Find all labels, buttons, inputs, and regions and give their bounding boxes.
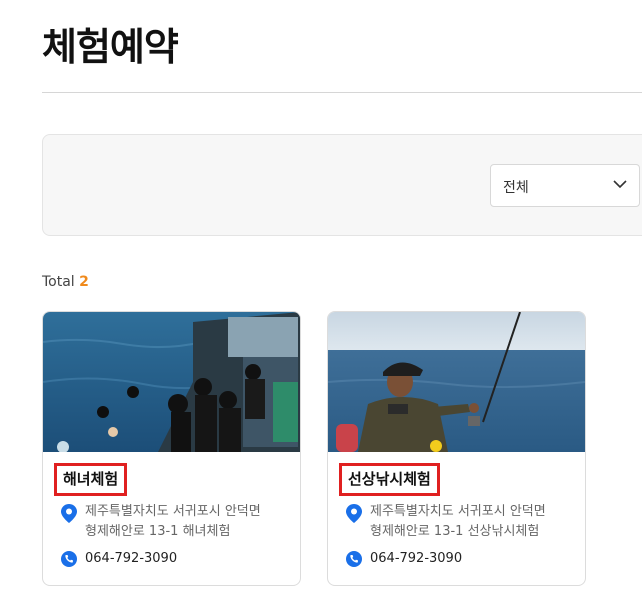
page-title: 체험예약 [42,25,179,69]
total-count: 2 [79,274,89,290]
card-address-line2: 형제해안로 13-1 선상낚시체험 [370,524,540,539]
card-phone-number[interactable]: 064-792-3090 [85,550,177,568]
filter-panel: 전체 [42,134,642,236]
phone-icon [346,551,362,567]
experience-card-fishing[interactable]: 선상낚시체험 제주특별자치도 서귀포시 안덕면 형제해안로 13-1 선상낚시체… [327,311,586,586]
title-divider [42,92,642,93]
experience-card-haenyeo[interactable]: 해녀체험 제주특별자치도 서귀포시 안덕면 형제해안로 13-1 해녀체험 06… [42,311,301,586]
card-address-line1: 제주특별자치도 서귀포시 안덕면 [85,504,261,519]
phone-icon [61,551,77,567]
card-phone-number[interactable]: 064-792-3090 [370,550,462,568]
card-address-line1: 제주특별자치도 서귀포시 안덕면 [370,504,546,519]
card-image-fishing [328,312,585,452]
location-pin-icon [346,504,362,523]
card-title[interactable]: 해녀체험 [54,463,128,496]
card-title[interactable]: 선상낚시체험 [339,463,440,496]
location-pin-icon [61,504,77,523]
card-image-haenyeo [43,312,300,452]
total-label: Total [42,274,75,290]
category-select-value: 전체 [503,180,529,196]
total-count-label: Total 2 [42,274,89,290]
chevron-down-icon [613,180,627,189]
category-select[interactable]: 전체 [490,164,640,207]
card-address-line2: 형제해안로 13-1 해녀체험 [85,524,231,539]
